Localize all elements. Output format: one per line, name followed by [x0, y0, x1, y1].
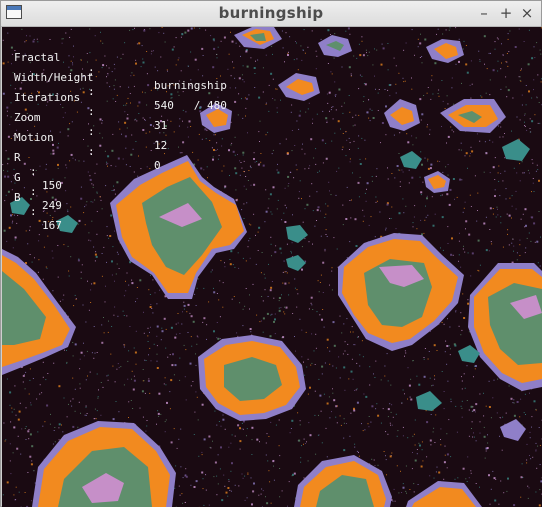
fractal-value: burningship — [154, 79, 227, 92]
ship-cluster — [198, 335, 306, 421]
size-value: 540 / 480 — [154, 99, 227, 112]
ship-cluster — [2, 249, 76, 375]
ship-cluster — [384, 99, 420, 131]
separator: : — [88, 145, 95, 158]
ship-cluster — [278, 73, 320, 101]
green-row: G : 249 — [14, 157, 67, 212]
motion-value: 0 — [154, 159, 161, 172]
fractal-row: Fractal : burningship — [14, 37, 227, 92]
separator: : — [88, 85, 95, 98]
ship-cluster — [424, 171, 450, 193]
blue-row: B : 167 — [14, 177, 67, 232]
ship-cluster — [234, 27, 282, 49]
ship-cluster — [32, 421, 176, 507]
ship-cluster — [294, 455, 392, 507]
zoom-value: 12 — [154, 139, 168, 152]
window-title: burningship — [218, 4, 324, 22]
blue-label: B — [14, 191, 21, 204]
separator: : — [30, 205, 37, 218]
ship-cluster — [338, 233, 464, 351]
fractal-canvas[interactable]: Fractal : burningship Width/Height : 540… — [2, 27, 542, 507]
iterations-value: 31 — [154, 119, 168, 132]
ship-cluster — [110, 155, 247, 299]
maximize-button[interactable]: + — [496, 3, 516, 23]
ship-cluster — [426, 39, 464, 63]
ship-cluster — [440, 99, 506, 133]
blue-value: 167 — [42, 219, 62, 232]
size-row: Width/Height : 540 / 480 — [14, 57, 227, 112]
zoom-row: Zoom : 12 — [14, 97, 167, 152]
motion-row: Motion : 0 — [14, 117, 161, 172]
red-row: R : 150 — [14, 137, 67, 192]
iterations-row: Iterations : 31 — [14, 77, 167, 132]
separator: : — [88, 105, 95, 118]
minimize-button[interactable]: – — [474, 3, 494, 23]
title-bar[interactable]: burningship – + × — [1, 1, 541, 27]
app-window: burningship – + × Fractal: burningship … — [0, 0, 542, 507]
separator: : — [88, 125, 95, 138]
ship-cluster — [318, 35, 352, 57]
ship-cluster — [406, 481, 482, 507]
close-button[interactable]: × — [517, 3, 537, 23]
fractal-render — [2, 27, 542, 507]
ship-cluster — [468, 263, 542, 391]
